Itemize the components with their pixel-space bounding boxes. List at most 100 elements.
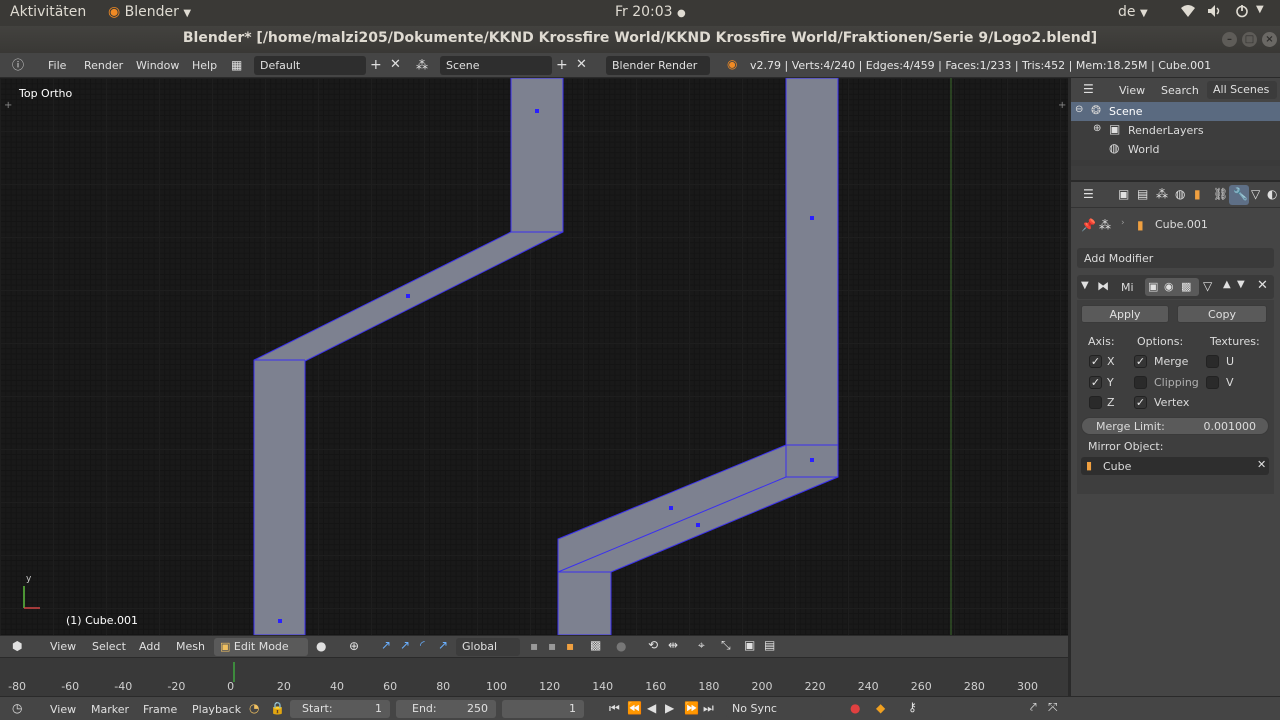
modifier-display-toggles[interactable]: ▣ ◉ ▩ [1145, 278, 1199, 296]
clock[interactable]: Fr 20:03 ● [615, 4, 686, 20]
editmode-toggle-icon[interactable]: ▩ [1181, 281, 1191, 292]
region-toggle-icon[interactable]: + [1058, 100, 1066, 111]
current-frame-marker[interactable] [233, 662, 235, 682]
play-icon[interactable]: ▶ [665, 702, 674, 714]
menu-add[interactable]: Add [139, 640, 160, 653]
render-engine-select[interactable]: Blender Render [606, 56, 710, 75]
add-layout-icon[interactable]: + [370, 58, 382, 72]
outliner-menu-search[interactable]: Search [1161, 84, 1199, 97]
orientation-select[interactable]: Global [456, 638, 520, 656]
close-button[interactable]: × [1262, 32, 1277, 47]
keying-set-icon[interactable]: ⚷ [908, 701, 917, 713]
jump-end-icon[interactable]: ⏭ [703, 702, 714, 714]
collapse-icon[interactable]: ▼ [1081, 281, 1089, 291]
app-menu[interactable]: ◉ Blender ▼ [108, 4, 191, 20]
play-reverse-icon[interactable]: ◀ [647, 702, 656, 714]
constraints-tab-icon[interactable]: ⛓ [1213, 188, 1228, 200]
mesh-face-right[interactable] [557, 78, 839, 635]
keyframe-icon[interactable]: ◆ [876, 702, 885, 714]
outliner-scrollarea[interactable] [1071, 168, 1280, 180]
editor-type-icon[interactable]: ◷ [12, 702, 22, 714]
face-dot[interactable] [810, 216, 814, 220]
render-region-icon[interactable]: ▤ [764, 639, 775, 651]
snap-element-icon[interactable]: ⌖ [698, 639, 705, 651]
menu-view[interactable]: View [50, 640, 76, 653]
scale-icon[interactable]: ↗ [438, 639, 448, 651]
mesh-face-left[interactable] [253, 78, 564, 635]
render-tab-icon[interactable]: ▣ [1118, 188, 1129, 200]
move-down-icon[interactable]: ▼ [1237, 280, 1245, 290]
info-editor-icon[interactable]: ⓘ [12, 59, 24, 71]
start-frame-field[interactable]: Start: 1 [290, 700, 390, 718]
rotate-icon[interactable]: ◜ [420, 639, 425, 651]
properties-editor[interactable]: ☰ ▣ ▤ ⁂ ◍ ▮ ⛓ 🔧 ▽ ◐ 📌 ⁂ › ▮ Cube.001 Add… [1071, 182, 1280, 696]
axis-y-checkbox[interactable]: ✓ [1089, 376, 1102, 389]
menu-view[interactable]: View [50, 703, 76, 716]
move-up-icon[interactable]: ▲ [1223, 280, 1231, 290]
menu-help[interactable]: Help [192, 59, 217, 72]
screen-layout-field[interactable]: Default [254, 56, 366, 75]
material-tab-icon[interactable]: ◐ [1267, 188, 1277, 200]
face-dot[interactable] [810, 458, 814, 462]
outliner-row-world[interactable]: ◍ World [1071, 140, 1280, 159]
modifiers-tab[interactable]: 🔧 [1229, 185, 1249, 205]
editor-type-icon[interactable]: ⬢ [12, 640, 22, 652]
snap-align-icon[interactable]: ⤡ [721, 639, 731, 651]
proportional-icon[interactable]: ● [616, 640, 626, 652]
pin-icon[interactable]: 📌 [1081, 219, 1096, 231]
menu-window[interactable]: Window [136, 59, 179, 72]
menu-mesh[interactable]: Mesh [176, 640, 205, 653]
render-icon[interactable]: ▣ [744, 639, 755, 651]
menu-marker[interactable]: Marker [91, 703, 129, 716]
data-tab-icon[interactable]: ▽ [1251, 188, 1260, 200]
remove-layout-icon[interactable]: ✕ [390, 58, 401, 71]
axis-x-checkbox[interactable]: ✓ [1089, 355, 1102, 368]
expand-icon[interactable]: ⊖ [1075, 105, 1083, 115]
outliner-row-scene[interactable]: ⊖ ❂ Scene [1071, 102, 1280, 121]
occlude-icon[interactable]: ▩ [590, 639, 601, 651]
face-dot[interactable] [535, 109, 539, 113]
remove-modifier-icon[interactable]: ✕ [1257, 279, 1268, 292]
outliner-filter-select[interactable]: All Scenes [1207, 81, 1277, 99]
expand-icon[interactable]: ⊕ [1093, 124, 1101, 134]
outliner-menu-view[interactable]: View [1119, 84, 1145, 97]
activities-button[interactable]: Aktivitäten [10, 4, 86, 20]
sync-select[interactable]: No Sync [726, 700, 822, 718]
menu-frame[interactable]: Frame [143, 703, 177, 716]
visibility-eye-icon[interactable]: ◉ [1164, 281, 1174, 292]
merge-limit-field[interactable]: Merge Limit: 0.001000 [1081, 417, 1269, 435]
jump-keyframe-back-icon[interactable]: ⏪ [627, 702, 642, 714]
mode-select[interactable]: ▣ Edit Mode [214, 638, 308, 656]
face-select-icon[interactable]: ▪ [566, 640, 574, 652]
menu-select[interactable]: Select [92, 640, 126, 653]
maximize-button[interactable]: □ [1242, 32, 1257, 47]
scene-icon[interactable]: ⁂ [416, 59, 428, 71]
add-scene-icon[interactable]: + [556, 58, 568, 72]
jump-keyframe-forward-icon[interactable]: ⏩ [684, 702, 699, 714]
menu-playback[interactable]: Playback [192, 703, 241, 716]
scene-tab-icon[interactable]: ⁂ [1156, 188, 1168, 200]
jump-start-icon[interactable]: ⏮ [609, 702, 620, 714]
record-icon[interactable]: ● [850, 702, 860, 714]
wifi-icon[interactable] [1180, 4, 1196, 22]
chevron-down-icon[interactable]: ▼ [1256, 4, 1264, 15]
add-modifier-select[interactable]: Add Modifier [1077, 248, 1274, 268]
end-frame-field[interactable]: End: 250 [396, 700, 496, 718]
mirror-object-field[interactable]: ▮ Cube ✕ [1081, 457, 1269, 475]
shading-sphere-icon[interactable]: ● [316, 640, 326, 652]
renderlayer-tab-icon[interactable]: ▤ [1137, 188, 1148, 200]
apply-button[interactable]: Apply [1081, 305, 1169, 323]
current-frame-field[interactable]: 1 [502, 700, 584, 718]
render-toggle-icon[interactable]: ▣ [1148, 281, 1158, 292]
language-indicator[interactable]: de ▼ [1118, 4, 1148, 20]
3d-viewport[interactable]: Top Ortho y (1) Cube.001 + + [0, 78, 1068, 635]
power-icon[interactable] [1234, 4, 1250, 22]
vertex-checkbox[interactable]: ✓ [1134, 396, 1147, 409]
copy-button[interactable]: Copy [1177, 305, 1267, 323]
texture-v-checkbox[interactable] [1206, 376, 1219, 389]
scene-field[interactable]: Scene [440, 56, 552, 75]
timeline[interactable]: -80 -60 -40 -20 0 20 40 60 80 100 120 140 160 180 200 2… [0, 657, 1068, 696]
outliner[interactable]: ☰ View Search All Scenes ⊖ ❂ Scene ⊕ ▣ R… [1071, 78, 1280, 180]
menu-render[interactable]: Render [84, 59, 123, 72]
unlink-icon[interactable]: ⤧ [1048, 701, 1058, 713]
